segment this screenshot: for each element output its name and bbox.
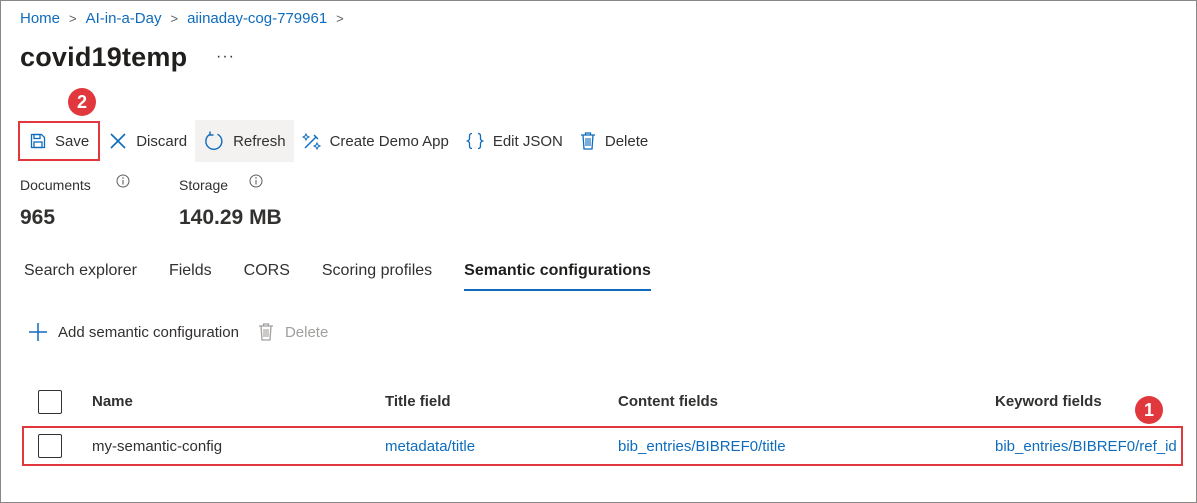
refresh-label: Refresh	[233, 132, 286, 150]
semantic-toolbar: Add semantic configuration Delete	[28, 322, 346, 342]
column-header-content-fields[interactable]: Content fields	[618, 393, 718, 410]
table-header: Name Title field Content fields Keyword …	[0, 386, 1197, 416]
close-icon	[110, 133, 126, 149]
add-semantic-configuration-button[interactable]: Add semantic configuration	[28, 322, 239, 342]
refresh-icon	[205, 131, 223, 150]
save-label: Save	[55, 132, 90, 150]
row-checkbox[interactable]	[38, 434, 62, 458]
select-all-checkbox[interactable]	[38, 390, 62, 414]
info-icon[interactable]	[116, 174, 130, 188]
create-demo-app-button[interactable]: Create Demo App	[294, 120, 457, 162]
save-icon	[30, 133, 46, 149]
create-demo-app-label: Create Demo App	[329, 132, 449, 150]
storage-label: Storage	[179, 177, 229, 193]
discard-label: Discard	[136, 132, 188, 150]
discard-button[interactable]: Discard	[100, 120, 195, 162]
cell-content-fields[interactable]: bib_entries/BIBREF0/title	[618, 438, 786, 455]
breadcrumb: Home > AI-in-a-Day > aiinaday-cog-779961…	[20, 10, 353, 27]
delete-label: Delete	[604, 132, 649, 150]
breadcrumb-separator: >	[336, 11, 344, 26]
table-row[interactable]: my-semantic-config metadata/title bib_en…	[22, 426, 1183, 466]
index-tabs: Search explorer Fields CORS Scoring prof…	[24, 262, 683, 291]
breadcrumb-separator: >	[170, 11, 179, 26]
tab-semantic-configurations[interactable]: Semantic configurations	[464, 262, 651, 291]
index-toolbar: Save Discard Refresh Create Demo App Edi…	[18, 120, 656, 162]
documents-count: 965	[20, 206, 56, 229]
tab-cors[interactable]: CORS	[244, 262, 290, 291]
page-title: covid19temp	[20, 42, 188, 72]
breadcrumb-separator: >	[69, 11, 77, 26]
breadcrumb-ai-in-a-day[interactable]: AI-in-a-Day	[86, 10, 162, 27]
trash-icon	[258, 323, 273, 341]
braces-icon	[465, 132, 485, 150]
magic-wand-icon	[301, 132, 321, 151]
documents-label: Documents	[20, 177, 91, 193]
cell-name: my-semantic-config	[92, 438, 223, 455]
column-header-name[interactable]: Name	[92, 393, 133, 410]
cell-keyword-fields[interactable]: bib_entries/BIBREF0/ref_id	[995, 438, 1177, 455]
tab-search-explorer[interactable]: Search explorer	[24, 262, 137, 291]
more-options-button[interactable]: ···	[216, 48, 235, 66]
breadcrumb-search-service[interactable]: aiinaday-cog-779961	[187, 10, 327, 27]
callout-step-1: 1	[1135, 396, 1163, 424]
callout-step-2: 2	[68, 88, 96, 116]
save-button[interactable]: Save	[18, 121, 101, 161]
edit-json-label: Edit JSON	[492, 132, 563, 150]
column-header-keyword-fields[interactable]: Keyword fields	[995, 393, 1102, 410]
delete-semantic-configuration-button[interactable]: Delete	[257, 322, 328, 342]
storage-size: 140.29 MB	[179, 206, 282, 229]
tab-fields[interactable]: Fields	[169, 262, 212, 291]
cell-title-field[interactable]: metadata/title	[385, 438, 475, 455]
column-header-title-field[interactable]: Title field	[385, 393, 451, 410]
tab-scoring-profiles[interactable]: Scoring profiles	[322, 262, 432, 291]
trash-icon	[580, 132, 595, 150]
delete-button[interactable]: Delete	[571, 120, 656, 162]
info-icon[interactable]	[249, 174, 263, 188]
breadcrumb-home[interactable]: Home	[20, 10, 60, 27]
delete-semantic-configuration-label: Delete	[284, 323, 329, 341]
refresh-button[interactable]: Refresh	[195, 120, 294, 162]
edit-json-button[interactable]: Edit JSON	[457, 120, 571, 162]
add-semantic-configuration-label: Add semantic configuration	[58, 323, 239, 341]
plus-icon	[29, 323, 47, 341]
